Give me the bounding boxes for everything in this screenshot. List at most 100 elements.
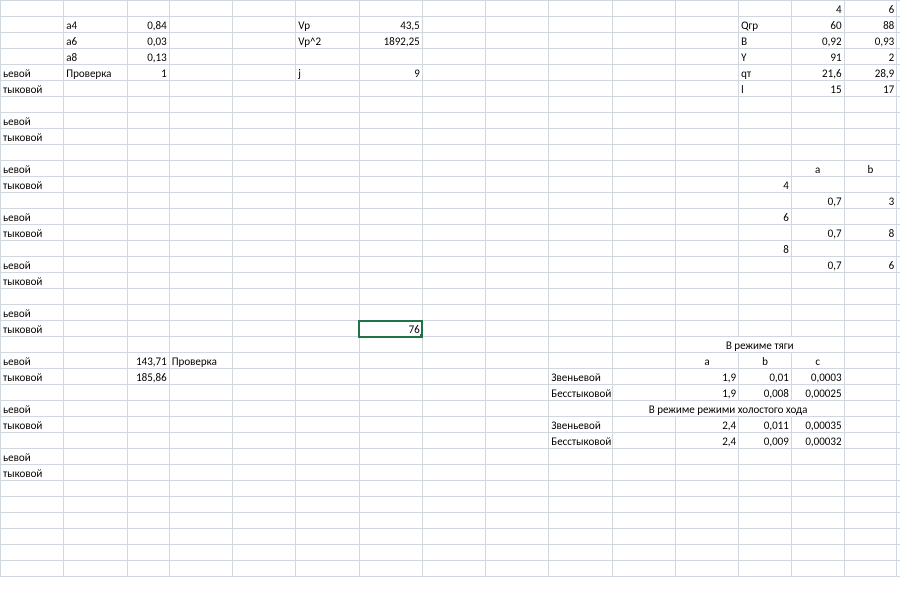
- cell-r18-c12[interactable]: [739, 289, 792, 305]
- cell-r0-c5[interactable]: [296, 1, 359, 17]
- cell-r22-c8[interactable]: [486, 353, 549, 369]
- cell-r12-c7[interactable]: [422, 193, 485, 209]
- cell-r0-c9[interactable]: [549, 1, 612, 17]
- cell-r6-c13[interactable]: [791, 97, 844, 113]
- cell-r29-c1[interactable]: [64, 465, 127, 481]
- cell-r32-c1[interactable]: [64, 513, 127, 529]
- cell-r13-c4[interactable]: [232, 209, 295, 225]
- cell-r15-c8[interactable]: [486, 241, 549, 257]
- cell-r21-c0[interactable]: [1, 337, 64, 353]
- cell-r32-c14[interactable]: [844, 513, 897, 529]
- cell-r24-c13[interactable]: 0,00025: [791, 385, 844, 401]
- cell-r4-c4[interactable]: [232, 65, 295, 81]
- cell-r0-c6[interactable]: [359, 1, 422, 17]
- cell-r31-c0[interactable]: [1, 497, 64, 513]
- cell-r10-c10[interactable]: [612, 161, 675, 177]
- cell-r31-c2[interactable]: [127, 497, 169, 513]
- cell-r27-c7[interactable]: [422, 433, 485, 449]
- cell-r18-c7[interactable]: [422, 289, 485, 305]
- cell-r28-c1[interactable]: [64, 449, 127, 465]
- cell-r33-c7[interactable]: [422, 529, 485, 545]
- cell-r31-c12[interactable]: [739, 497, 792, 513]
- cell-r27-c3[interactable]: [169, 433, 232, 449]
- cell-r28-c7[interactable]: [422, 449, 485, 465]
- cell-r7-c5[interactable]: [296, 113, 359, 129]
- sheet-table[interactable]: 46a40,84Vp43,5Qгр60881a60,03Vp^21892,25B…: [0, 0, 900, 577]
- cell-r35-c2[interactable]: [127, 561, 169, 577]
- cell-r23-c5[interactable]: [296, 369, 359, 385]
- cell-r6-c11[interactable]: [675, 97, 738, 113]
- cell-r20-c12[interactable]: [739, 321, 792, 337]
- cell-r23-c8[interactable]: [486, 369, 549, 385]
- cell-r34-c4[interactable]: [232, 545, 295, 561]
- cell-r19-c1[interactable]: [64, 305, 127, 321]
- cell-r11-c11[interactable]: [675, 177, 738, 193]
- cell-r5-c11[interactable]: [675, 81, 738, 97]
- cell-r12-c8[interactable]: [486, 193, 549, 209]
- cell-r11-c10[interactable]: [612, 177, 675, 193]
- cell-r18-c6[interactable]: [359, 289, 422, 305]
- cell-r30-c9[interactable]: [549, 481, 612, 497]
- cell-r31-c6[interactable]: [359, 497, 422, 513]
- cell-r35-c3[interactable]: [169, 561, 232, 577]
- cell-r27-c4[interactable]: [232, 433, 295, 449]
- cell-r33-c4[interactable]: [232, 529, 295, 545]
- cell-r31-c4[interactable]: [232, 497, 295, 513]
- cell-r10-c0[interactable]: ьевой: [1, 161, 64, 177]
- cell-r1-c10[interactable]: [612, 17, 675, 33]
- cell-r1-c3[interactable]: [169, 17, 232, 33]
- cell-r18-c13[interactable]: [791, 289, 844, 305]
- cell-r23-c13[interactable]: 0,0003: [791, 369, 844, 385]
- cell-r24-c9[interactable]: Бесстыковой: [549, 385, 612, 401]
- cell-r32-c0[interactable]: [1, 513, 64, 529]
- cell-r33-c1[interactable]: [64, 529, 127, 545]
- cell-r28-c8[interactable]: [486, 449, 549, 465]
- cell-r19-c2[interactable]: [127, 305, 169, 321]
- cell-r27-c13[interactable]: 0,00032: [791, 433, 844, 449]
- cell-r9-c11[interactable]: [675, 145, 738, 161]
- cell-r16-c0[interactable]: ьевой: [1, 257, 64, 273]
- cell-r16-c9[interactable]: [549, 257, 612, 273]
- cell-r14-c12[interactable]: [739, 225, 792, 241]
- cell-r30-c13[interactable]: [791, 481, 844, 497]
- cell-r21-c1[interactable]: [64, 337, 127, 353]
- cell-r16-c4[interactable]: [232, 257, 295, 273]
- cell-r11-c0[interactable]: тыковой: [1, 177, 64, 193]
- cell-r26-c12[interactable]: 0,011: [739, 417, 792, 433]
- cell-r19-c6[interactable]: [359, 305, 422, 321]
- cell-r28-c10[interactable]: [612, 449, 675, 465]
- cell-r25-c7[interactable]: [422, 401, 485, 417]
- cell-r15-c2[interactable]: [127, 241, 169, 257]
- cell-r23-c14[interactable]: [844, 369, 897, 385]
- cell-r5-c12[interactable]: l: [739, 81, 792, 97]
- cell-r22-c7[interactable]: [422, 353, 485, 369]
- cell-r28-c2[interactable]: [127, 449, 169, 465]
- cell-r0-c8[interactable]: [486, 1, 549, 17]
- cell-r21-c6[interactable]: [359, 337, 422, 353]
- cell-r9-c3[interactable]: [169, 145, 232, 161]
- cell-r16-c6[interactable]: [359, 257, 422, 273]
- cell-r13-c5[interactable]: [296, 209, 359, 225]
- cell-r29-c2[interactable]: [127, 465, 169, 481]
- cell-r14-c7[interactable]: [422, 225, 485, 241]
- cell-r32-c9[interactable]: [549, 513, 612, 529]
- cell-r29-c0[interactable]: тыковой: [1, 465, 64, 481]
- cell-r26-c14[interactable]: [844, 417, 897, 433]
- cell-r14-c6[interactable]: [359, 225, 422, 241]
- cell-r7-c11[interactable]: [675, 113, 738, 129]
- cell-r34-c8[interactable]: [486, 545, 549, 561]
- cell-r15-c3[interactable]: [169, 241, 232, 257]
- cell-r23-c10[interactable]: [612, 369, 675, 385]
- cell-r30-c2[interactable]: [127, 481, 169, 497]
- cell-r4-c14[interactable]: 28,9: [844, 65, 897, 81]
- cell-r12-c4[interactable]: [232, 193, 295, 209]
- cell-r0-c4[interactable]: [232, 1, 295, 17]
- cell-r21-c10[interactable]: [612, 337, 675, 353]
- cell-r16-c2[interactable]: [127, 257, 169, 273]
- cell-r23-c7[interactable]: [422, 369, 485, 385]
- cell-r9-c9[interactable]: [549, 145, 612, 161]
- cell-r8-c7[interactable]: [422, 129, 485, 145]
- cell-r26-c4[interactable]: [232, 417, 295, 433]
- cell-r25-c14[interactable]: [844, 401, 897, 417]
- cell-r7-c13[interactable]: [791, 113, 844, 129]
